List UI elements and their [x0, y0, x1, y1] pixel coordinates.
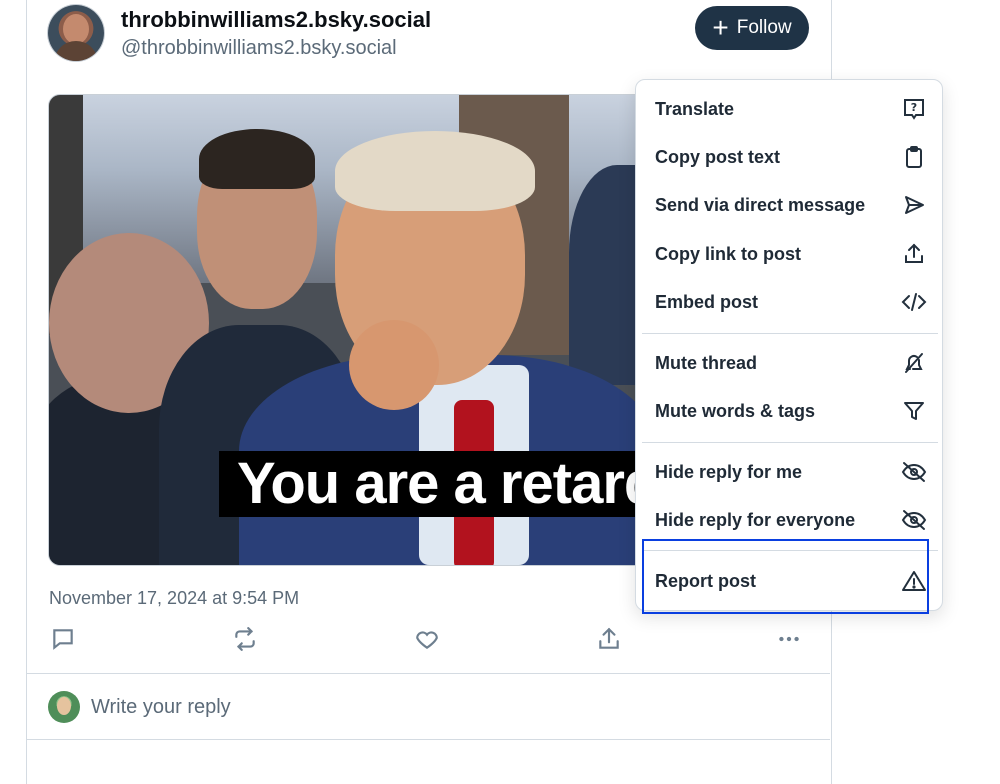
menu-item-embed-post[interactable]: Embed post	[636, 278, 942, 326]
follow-button[interactable]: + Follow	[695, 6, 809, 50]
author-handle[interactable]: @throbbinwilliams2.bsky.social	[121, 36, 397, 60]
share-icon	[900, 240, 928, 268]
menu-item-label: Send via direct message	[655, 195, 866, 215]
author-avatar[interactable]	[48, 5, 104, 61]
more-dots-icon[interactable]	[774, 624, 804, 654]
clipboard-icon	[900, 143, 928, 171]
author-display-name[interactable]: throbbinwilliams2.bsky.social	[121, 7, 431, 33]
code-icon	[900, 288, 928, 316]
image-caption: You are a retard	[219, 451, 677, 517]
svg-text:?: ?	[911, 101, 917, 114]
menu-item-label: Translate	[655, 99, 735, 119]
menu-item-label: Copy post text	[655, 147, 781, 167]
menu-item-label: Hide reply for me	[655, 462, 803, 482]
mute-icon	[900, 349, 928, 377]
heart-icon[interactable]	[412, 624, 442, 654]
menu-item-label: Mute words & tags	[655, 401, 816, 421]
report-post-highlight	[642, 539, 929, 614]
follow-label: Follow	[736, 17, 792, 38]
menu-item-translate[interactable]: Translate ?	[636, 85, 942, 133]
menu-item-label: Hide reply for everyone	[655, 510, 856, 530]
post-timestamp: November 17, 2024 at 9:54 PM	[49, 588, 300, 608]
divider	[27, 673, 830, 674]
menu-separator	[642, 333, 938, 334]
menu-item-copy-link[interactable]: Copy link to post	[636, 230, 942, 278]
share-icon[interactable]	[594, 624, 624, 654]
menu-item-hide-reply-everyone[interactable]: Hide reply for everyone	[636, 496, 942, 544]
eye-off-icon	[900, 458, 928, 486]
menu-item-mute-thread[interactable]: Mute thread	[636, 339, 942, 387]
translate-icon: ?	[900, 95, 928, 123]
post-options-menu: Translate ? Copy post text Send via dire…	[635, 79, 943, 611]
menu-separator	[642, 442, 938, 443]
send-icon	[900, 191, 928, 219]
menu-item-copy-post-text[interactable]: Copy post text	[636, 133, 942, 181]
my-avatar	[48, 691, 80, 723]
menu-item-mute-words[interactable]: Mute words & tags	[636, 387, 942, 435]
plus-icon: +	[712, 12, 729, 43]
divider	[27, 739, 830, 740]
repost-icon[interactable]	[230, 624, 260, 654]
menu-item-hide-reply-me[interactable]: Hide reply for me	[636, 448, 942, 496]
menu-item-label: Mute thread	[655, 353, 758, 373]
reply-input[interactable]: Write your reply	[91, 695, 231, 719]
menu-item-label: Embed post	[655, 292, 759, 312]
filter-icon	[900, 397, 928, 425]
eye-off-icon	[900, 506, 928, 534]
comment-icon[interactable]	[48, 624, 78, 654]
menu-item-label: Copy link to post	[655, 244, 801, 264]
menu-item-send-dm[interactable]: Send via direct message	[636, 181, 942, 229]
